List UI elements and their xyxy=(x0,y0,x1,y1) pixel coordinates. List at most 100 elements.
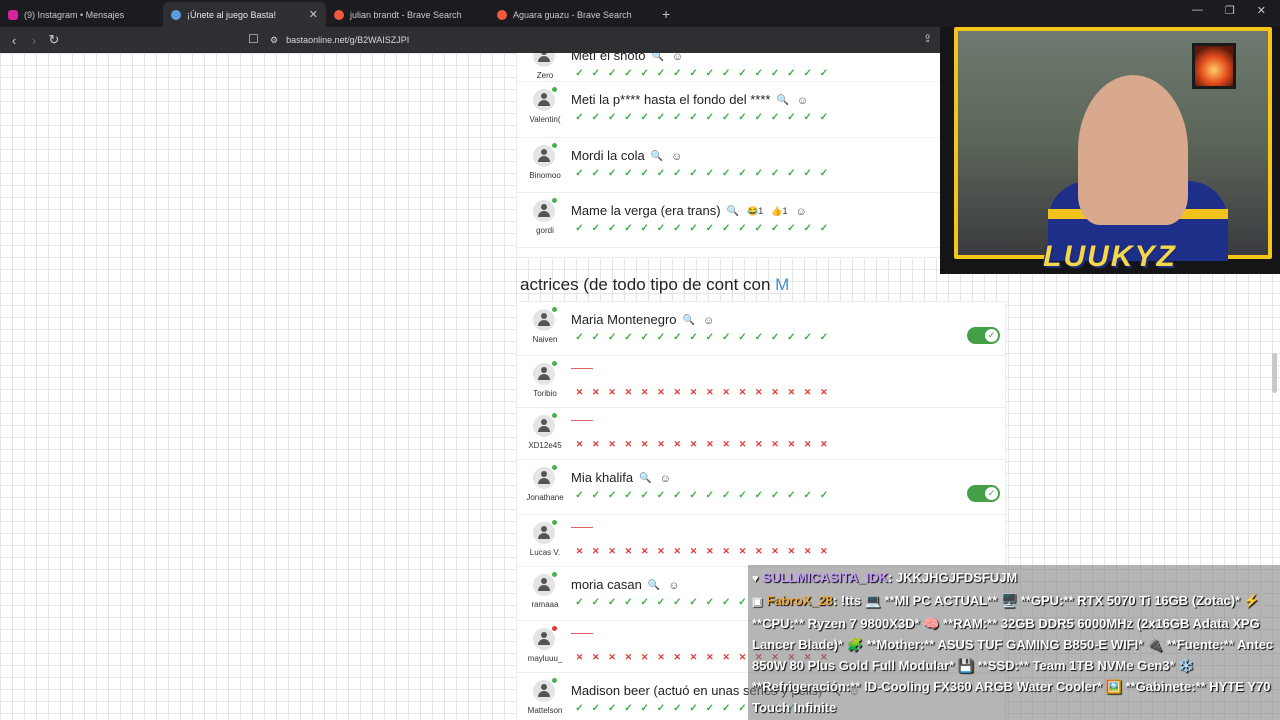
vote-check-icon: ✓ xyxy=(640,597,649,608)
search-icon[interactable]: 🔍 xyxy=(683,315,695,327)
window-controls: — ❐ ✕ xyxy=(1192,4,1280,17)
vote-check-icon: ✓ xyxy=(607,597,617,608)
online-status-dot xyxy=(552,143,557,148)
player-row: gordi Mame la verga (era trans) 🔍 😂1 👍1 ☺ ✓ ✓ ✓ ✓… xyxy=(517,193,1007,248)
search-icon[interactable]: 🔍 xyxy=(651,53,663,63)
vote-check-icon: ✓ xyxy=(607,703,617,714)
player-name: Valentin( xyxy=(529,115,561,124)
vote-check-icon: ✓ xyxy=(803,112,812,123)
vote-check-icon: ✓ xyxy=(591,703,600,714)
add-reaction-icon[interactable]: ☺ xyxy=(671,151,682,163)
share-icon[interactable]: ⇪ xyxy=(923,32,932,45)
vote-check-icon: ✓ xyxy=(607,332,617,343)
search-icon[interactable]: 🔍 xyxy=(639,473,651,485)
vote-check-icon: ✓ xyxy=(689,112,698,123)
site-settings-icon[interactable]: ⚙ xyxy=(270,35,278,46)
vote-check-icon: ✓ xyxy=(624,703,633,714)
vote-check-icon: ✓ xyxy=(673,597,682,608)
vote-check-icon: ✓ xyxy=(656,168,666,179)
vote-check-icon: ✓ xyxy=(624,223,633,234)
chat-message: ▣ FabroX_28: !tts 💻 **MI PC ACTUAL** 🖥️ *… xyxy=(752,590,1276,718)
vote-check-icon: ✓ xyxy=(819,68,829,79)
minimize-icon[interactable]: — xyxy=(1192,4,1203,17)
add-reaction-icon[interactable]: ☺ xyxy=(672,53,683,63)
vote-check-icon: ✓ xyxy=(819,490,829,501)
vote-cross-icon: ✕ xyxy=(706,387,714,397)
add-reaction-icon[interactable]: ☺ xyxy=(660,473,671,485)
answer: Mame la verga (era trans) 🔍 😂1 👍1 ☺ xyxy=(571,203,807,218)
avatar xyxy=(533,53,555,67)
online-status-dot xyxy=(552,465,557,470)
valid-answer-toggle[interactable] xyxy=(967,327,1000,344)
new-tab-button[interactable]: + xyxy=(652,6,680,27)
vote-check-icon: ✓ xyxy=(787,68,796,79)
player-name: Binomoo xyxy=(529,171,561,180)
vote-check-icon: ✓ xyxy=(656,597,666,608)
vote-check-icon: ✓ xyxy=(721,703,731,714)
vote-check-icon: ✓ xyxy=(689,168,698,179)
vote-cross-icon: ✕ xyxy=(689,387,698,397)
vote-cross-icon: ✕ xyxy=(673,387,682,397)
vote-cross-icon: ✕ xyxy=(722,439,730,449)
vote-marks: ✓ ✓ ✓ ✓ ✓ ✓ ✓ ✓ ✓ ✓ ✓ ✓ ✓ ✓ ✓ ✓ xyxy=(573,332,830,344)
close-tab-icon[interactable]: ✕ xyxy=(309,8,318,21)
back-icon[interactable]: ‹ xyxy=(4,33,24,48)
vote-cross-icon: ✕ xyxy=(673,439,682,449)
vote-check-icon: ✓ xyxy=(673,68,682,79)
url-field[interactable]: ⚙ bastaonline.net/g/B2WAISZJPI xyxy=(270,31,409,49)
add-reaction-icon[interactable]: ☺ xyxy=(668,580,679,592)
reaction-badge[interactable]: 👍1 xyxy=(771,206,787,218)
answer-actions: 🔍☺ xyxy=(639,473,671,485)
brave-icon xyxy=(334,9,344,20)
valid-answer-toggle[interactable] xyxy=(967,485,1000,502)
vote-cross-icon: ✕ xyxy=(575,387,584,397)
vote-check-icon: ✓ xyxy=(591,168,600,179)
vote-cross-icon: ✕ xyxy=(640,652,649,662)
maximize-icon[interactable]: ❐ xyxy=(1225,4,1235,17)
vote-check-icon: ✓ xyxy=(803,168,812,179)
vote-check-icon: ✓ xyxy=(575,112,584,123)
vote-cross-icon: ✕ xyxy=(657,387,665,397)
reload-icon[interactable]: ↻ xyxy=(44,32,64,48)
search-icon[interactable]: 🔍 xyxy=(776,95,788,107)
search-icon[interactable]: 🔍 xyxy=(648,580,660,592)
vote-check-icon: ✓ xyxy=(803,68,812,79)
vote-check-icon: ✓ xyxy=(705,703,715,714)
page-scrollbar[interactable] xyxy=(1272,353,1277,393)
bookmark-icon[interactable]: ☐ xyxy=(248,32,259,46)
add-reaction-icon[interactable]: ☺ xyxy=(795,206,806,218)
vote-cross-icon: ✕ xyxy=(592,439,600,449)
player-row: Naiven Maria Montenegro 🔍 ☺ ✓ ✓ ✓ ✓ ✓ ✓ ✓ ✓ ✓ ✓ ✓ ✓ ✓ ✓ ✓ ✓ xyxy=(517,302,1007,356)
reaction-badge[interactable]: 😂1 xyxy=(747,206,763,218)
add-reaction-icon[interactable]: ☺ xyxy=(797,95,808,107)
vote-marks: ✓ ✓ ✓ ✓ ✓ ✓ ✓ ✓ ✓ ✓ ✓ ✓ ✓ ✓ ✓ ✓ xyxy=(573,112,830,124)
player-name: Jonathane xyxy=(526,493,564,502)
vote-cross-icon: ✕ xyxy=(689,652,698,662)
vote-cross-icon: ✕ xyxy=(706,652,714,662)
vote-check-icon: ✓ xyxy=(656,332,666,343)
search-icon[interactable]: 🔍 xyxy=(651,151,663,163)
vote-check-icon: ✓ xyxy=(770,332,780,343)
vote-check-icon: ✓ xyxy=(656,68,666,79)
tab-instagram[interactable]: (9) Instagram • Mensajes xyxy=(0,2,163,27)
vote-check-icon: ✓ xyxy=(640,490,649,501)
vote-cross-icon: ✕ xyxy=(706,439,714,449)
close-window-icon[interactable]: ✕ xyxy=(1257,4,1266,17)
tab-julian-brandt[interactable]: julian brandt - Brave Search xyxy=(326,2,489,27)
vote-cross-icon: ✕ xyxy=(706,546,714,556)
vote-marks: ✕ ✕ ✕ ✕ ✕ ✕ ✕ ✕ ✕ ✕ ✕ ✕ ✕ ✕ ✕ ✕ xyxy=(573,386,830,398)
search-icon[interactable]: 🔍 xyxy=(727,206,739,218)
tab-aguara-guazu[interactable]: Aguara guazu - Brave Search xyxy=(489,2,652,27)
tab-basta[interactable]: ¡Únete al juego Basta! ✕ xyxy=(163,2,326,27)
category-card: Zero Metí el shoto 🔍 ☺ ✓ ✓ ✓ ✓ ✓ ✓ ✓ ✓ ✓ ✓ ✓ ✓ ✓ ✓ ✓ ✓ Valen… xyxy=(516,53,1007,258)
tab-title: Aguara guazu - Brave Search xyxy=(513,9,632,20)
answer-text: moria casan xyxy=(571,577,642,592)
forward-icon[interactable]: › xyxy=(24,33,44,48)
answer-text: Metí el shoto xyxy=(571,53,646,63)
vote-check-icon: ✓ xyxy=(770,490,780,501)
vote-cross-icon: ✕ xyxy=(803,439,812,449)
vote-check-icon: ✓ xyxy=(591,223,600,234)
add-reaction-icon[interactable]: ☺ xyxy=(703,315,714,327)
vote-check-icon: ✓ xyxy=(640,68,649,79)
online-status-dot xyxy=(552,87,557,92)
